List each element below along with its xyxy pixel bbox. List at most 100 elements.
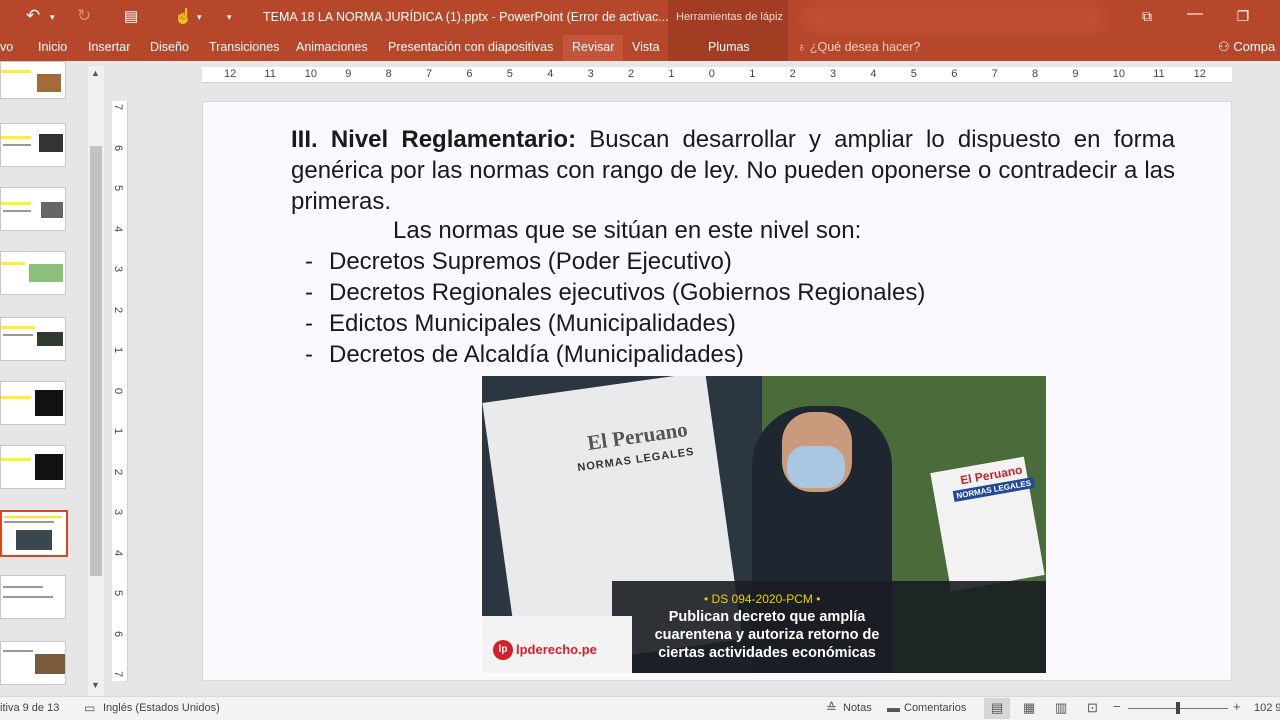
ruler-tick-label: 5: [506, 68, 513, 80]
thumb-image: [35, 654, 65, 674]
customize-toolbar-icon[interactable]: ▾: [227, 12, 232, 23]
bullet-marker: -: [305, 341, 313, 368]
tab-plumas[interactable]: Plumas: [708, 40, 750, 54]
slide-thumbnail-6[interactable]: [0, 381, 66, 425]
undo-dropdown-icon[interactable]: ▾: [50, 12, 55, 23]
thumb-image: [39, 134, 63, 152]
scroll-down-icon[interactable]: ▼: [91, 680, 100, 690]
thumb-line: [3, 334, 33, 336]
ruler-tick-label: 10: [304, 68, 318, 80]
ruler-tick-label: 7: [112, 670, 125, 678]
heading-bold: III. Nivel Reglamentario:: [291, 126, 577, 153]
vertical-ruler: 7 6 5 4 3 2 1 0 1 2 3 4 5 6 7: [112, 101, 128, 681]
bullet-marker: -: [305, 279, 313, 306]
tab-revisar[interactable]: Revisar: [563, 35, 624, 61]
ruler-tick-label: 8: [385, 68, 392, 80]
slideshow-icon[interactable]: ⊡: [1087, 700, 1098, 716]
notes-icon[interactable]: ≙: [826, 700, 837, 716]
ruler-tick-label: 12: [224, 68, 237, 80]
bullet-marker: -: [305, 248, 313, 275]
slide-thumbnail-10[interactable]: [0, 575, 66, 619]
slide-canvas[interactable]: III. Nivel Reglamentario: Buscan desarro…: [202, 101, 1232, 681]
restore-icon[interactable]: ❐: [1228, 8, 1258, 25]
thumb-line: [3, 210, 31, 212]
zoom-in-icon[interactable]: +: [1233, 699, 1241, 714]
thumb-highlight: [1, 262, 25, 265]
source-logo-text: lpderecho.pe: [516, 642, 597, 657]
thumbnail-scrollbar[interactable]: ▲ ▼: [88, 66, 104, 696]
thumb-highlight: [1, 202, 31, 205]
tab-animaciones[interactable]: Animaciones: [296, 40, 368, 54]
slide-thumbnail-1[interactable]: [0, 61, 66, 99]
minimize-icon[interactable]: —: [1180, 5, 1210, 23]
ruler-tick-label: 3: [112, 265, 125, 273]
slide-thumbnail-2[interactable]: [0, 123, 66, 167]
ruler-tick-label: 5: [112, 184, 125, 192]
ruler-tick-label: 4: [112, 225, 125, 232]
ruler-tick-label: 7: [991, 68, 998, 80]
news-image[interactable]: El Peruano NORMAS LEGALES El Peruano NOR…: [482, 376, 1046, 673]
ruler-tick-label: 2: [112, 468, 125, 475]
scrollbar-thumb[interactable]: [90, 146, 102, 576]
redo-icon[interactable]: ↻: [77, 6, 91, 26]
comments-button[interactable]: Comentarios: [904, 702, 966, 714]
tab-insertar[interactable]: Insertar: [88, 40, 130, 54]
ruler-tick-label: 1: [668, 68, 675, 80]
reading-view-icon[interactable]: ▥: [1055, 700, 1067, 716]
tab-archivo[interactable]: vo: [0, 40, 13, 54]
ruler-tick-label: 2: [628, 68, 635, 80]
tab-transiciones[interactable]: Transiciones: [209, 40, 279, 54]
ruler-tick-label: 3: [587, 68, 594, 80]
zoom-slider-thumb[interactable]: [1176, 702, 1180, 714]
language-indicator[interactable]: Inglés (Estados Unidos): [103, 702, 220, 714]
ruler-tick-label: 9: [1072, 68, 1079, 80]
ruler-tick-label: 6: [466, 68, 473, 80]
slide-thumbnail-3[interactable]: [0, 187, 66, 231]
slide-thumbnail-11[interactable]: [0, 641, 66, 685]
news-headline: Publican decreto que amplía cuarentena y…: [654, 609, 880, 661]
thumb-line: [3, 586, 43, 588]
normal-view-icon[interactable]: ▤: [991, 700, 1003, 716]
slide-sorter-icon[interactable]: ▦: [1023, 700, 1035, 716]
bullet-text: Edictos Municipales (Municipalidades): [329, 310, 736, 337]
ruler-tick-label: 4: [112, 549, 125, 556]
ruler-tick-label: 8: [1032, 68, 1039, 80]
tell-me-search[interactable]: ♁ ¿Qué desea hacer?: [797, 40, 920, 54]
share-button[interactable]: ⚇ Compa: [1218, 39, 1275, 55]
slide-thumbnail-5[interactable]: [0, 317, 66, 361]
tool-context-label: Herramientas de lápiz: [668, 0, 788, 35]
touch-dropdown-icon[interactable]: ▾: [197, 12, 202, 23]
bullet-marker: -: [305, 310, 313, 337]
notes-button[interactable]: Notas: [843, 702, 872, 714]
slide-thumbnail-4[interactable]: [0, 251, 66, 295]
touch-mode-icon[interactable]: ☝: [174, 7, 193, 25]
tab-presentacion[interactable]: Presentación con diapositivas: [388, 40, 553, 54]
thumb-image: [35, 390, 63, 416]
tab-vista[interactable]: Vista: [632, 40, 660, 54]
ruler-tick-label: 7: [426, 68, 433, 80]
thumb-image: [29, 264, 63, 282]
spellcheck-icon[interactable]: ▭: [84, 701, 95, 715]
ruler-tick-label: 1: [112, 427, 125, 435]
slide-thumbnail-7[interactable]: [0, 445, 66, 489]
present-from-start-icon[interactable]: ▤: [124, 7, 138, 25]
slide-thumbnail-9-current[interactable]: [0, 510, 68, 557]
thumb-image: [16, 530, 52, 550]
ruler-tick-label: 6: [951, 68, 958, 80]
bullet-item: - Decretos Regionales ejecutivos (Gobiern…: [305, 279, 925, 307]
ribbon-display-options-icon[interactable]: ⧉: [1132, 8, 1162, 25]
comments-icon[interactable]: ▬: [887, 700, 900, 715]
tab-inicio[interactable]: Inicio: [38, 40, 67, 54]
zoom-level[interactable]: 102 9: [1254, 702, 1280, 714]
ruler-tick-label: 11: [1153, 68, 1165, 80]
scroll-up-icon[interactable]: ▲: [91, 68, 100, 78]
undo-icon[interactable]: ↶: [26, 6, 40, 26]
blurred-area: [805, 2, 1105, 34]
tab-diseno[interactable]: Diseño: [150, 40, 189, 54]
ruler-tick-label: 3: [830, 68, 837, 80]
lp-logo-icon: lp: [493, 640, 513, 660]
ruler-tick-label: 6: [112, 144, 125, 151]
zoom-out-icon[interactable]: −: [1113, 699, 1121, 714]
ruler-tick-label: 1: [112, 346, 125, 354]
thumb-image: [41, 202, 63, 218]
